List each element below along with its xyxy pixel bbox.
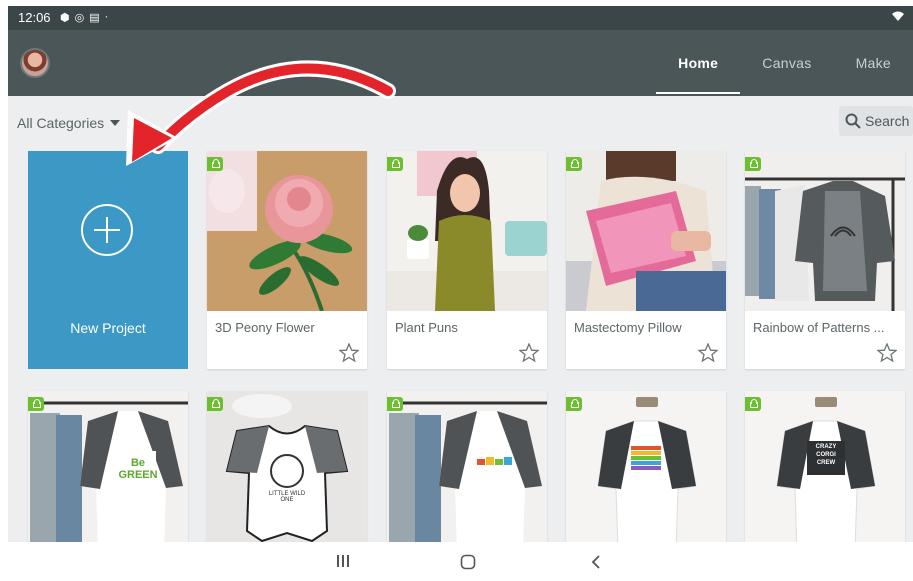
project-card[interactable]: Rainbow of Patterns ... [745,151,905,369]
status-bar: 12:06 ⬢ ◎ ▤ · [8,6,913,30]
project-card[interactable]: Mastectomy Pillow [566,151,726,369]
project-thumbnail [387,391,547,551]
category-label: All Categories [17,115,105,131]
search-icon [845,113,861,129]
app-bar: Home Canvas Make [8,30,913,96]
project-card[interactable] [387,391,547,551]
project-card[interactable]: Plant Puns [387,151,547,369]
new-project-card[interactable]: New Project [28,151,188,369]
status-icons: ⬢ ◎ ▤ · [60,11,108,24]
favorite-star-icon[interactable] [877,343,897,363]
lock-badge-icon [566,157,582,171]
caret-down-icon [110,120,121,126]
back-nav-icon[interactable] [590,554,602,575]
project-thumbnail [566,391,726,551]
project-title: Plant Puns [395,320,458,335]
filter-bar: All Categories Search [8,96,913,146]
project-card[interactable]: CRAZY CORGI CREW [745,391,905,551]
project-thumbnail [207,391,367,551]
project-title: Mastectomy Pillow [574,320,682,335]
home-nav-icon[interactable] [460,554,476,575]
tab-make[interactable]: Make [834,30,913,96]
project-card[interactable]: LITTLE WILD ONE [207,391,367,551]
lock-badge-icon [745,397,761,411]
tab-home[interactable]: Home [656,30,741,96]
system-nav-bar [8,542,913,581]
project-thumbnail [28,391,188,551]
project-thumbnail [566,151,726,311]
lock-badge-icon [387,157,403,171]
message-icon: ▤ [89,12,100,24]
screen-corner-cover [798,560,913,581]
shirt-graphic-text: Be GREEN [118,457,158,481]
project-title: Rainbow of Patterns ... [753,320,885,335]
lock-badge-icon [207,397,223,411]
project-card[interactable]: 3D Peony Flower [207,151,367,369]
recent-apps-icon[interactable] [336,554,350,573]
project-card[interactable] [566,391,726,551]
project-card[interactable]: Be GREEN [28,391,188,551]
project-thumbnail [387,151,547,311]
tablet-screen: 12:06 ⬢ ◎ ▤ · Home Canvas Make All Categ… [8,6,913,581]
category-dropdown[interactable]: All Categories [17,115,121,131]
shirt-graphic-text: CRAZY CORGI CREW [815,444,837,466]
dot-icon: · [104,11,109,23]
favorite-star-icon[interactable] [698,343,718,363]
at-icon: ◎ [74,12,85,24]
status-time: 12:06 [18,10,51,25]
lock-badge-icon [745,157,761,171]
tab-canvas[interactable]: Canvas [740,30,833,96]
plus-circle-icon [81,204,133,256]
shield-icon: ⬢ [60,12,70,24]
shirt-graphic-text: LITTLE WILD ONE [268,491,306,503]
project-thumbnail [745,391,905,551]
lock-badge-icon [207,157,223,171]
project-thumbnail [745,151,905,311]
favorite-star-icon[interactable] [339,343,359,363]
favorite-star-icon[interactable] [519,343,539,363]
lock-badge-icon [387,397,403,411]
project-title: 3D Peony Flower [215,320,315,335]
main-tabs: Home Canvas Make [656,30,913,96]
project-thumbnail [207,151,367,311]
wifi-icon [891,10,905,25]
avatar[interactable] [20,48,50,78]
new-project-label: New Project [70,320,146,336]
lock-badge-icon [566,397,582,411]
search-button[interactable]: Search [839,106,913,136]
search-label: Search [865,113,910,129]
lock-badge-icon [28,397,44,411]
